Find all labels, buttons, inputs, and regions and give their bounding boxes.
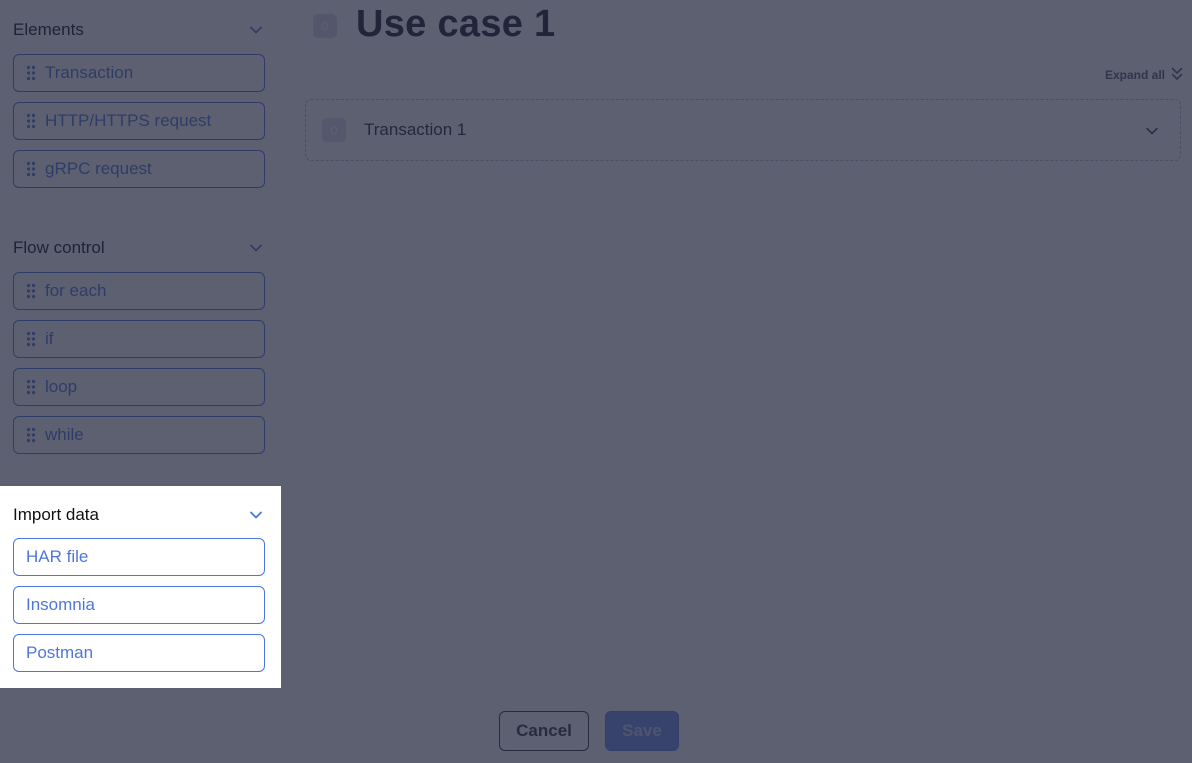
import-item-label: Postman: [26, 643, 94, 662]
import-har-file-button[interactable]: HAR file: [13, 538, 265, 576]
app-window: Elements Transaction HTTP/HTTPS request: [0, 0, 1192, 763]
import-data-section: Import data HAR file Insomnia Postman: [13, 504, 265, 672]
elements-section-header[interactable]: Elements: [13, 19, 265, 41]
chevron-down-icon[interactable]: [248, 507, 264, 523]
element-item-grpc-request[interactable]: gRPC request: [13, 150, 265, 188]
flow-item-label: if: [45, 329, 54, 348]
transaction-label: Transaction 1: [364, 120, 467, 139]
import-insomnia-button[interactable]: Insomnia: [13, 586, 265, 624]
drag-handle-icon[interactable]: [26, 65, 38, 81]
elements-section: Elements Transaction HTTP/HTTPS request: [13, 19, 265, 188]
chevron-down-icon[interactable]: [248, 22, 264, 38]
use-case-count-badge: 0: [313, 14, 337, 38]
drag-handle-icon[interactable]: [26, 379, 38, 395]
transaction-count-badge: 0: [322, 118, 346, 142]
element-item-label: gRPC request: [45, 159, 152, 178]
flow-item-label: loop: [45, 377, 78, 396]
page-title: Use case 1: [356, 3, 556, 45]
import-item-label: Insomnia: [26, 595, 95, 614]
expand-all-label: Expand all: [1104, 68, 1165, 82]
flow-control-section: Flow control for each if loop while: [13, 237, 265, 454]
element-item-transaction[interactable]: Transaction: [13, 54, 265, 92]
flow-item-label: for each: [45, 281, 107, 300]
save-button[interactable]: Save: [605, 711, 679, 751]
flow-control-section-title: Flow control: [13, 238, 105, 257]
flow-item-label: while: [45, 425, 84, 444]
element-item-http-request[interactable]: HTTP/HTTPS request: [13, 102, 265, 140]
drag-handle-icon[interactable]: [26, 331, 38, 347]
import-postman-button[interactable]: Postman: [13, 634, 265, 672]
main-content: 0 Use case 1 Expand all 0 Transaction 1: [281, 0, 1192, 700]
flow-item-while[interactable]: while: [13, 416, 265, 454]
flow-item-if[interactable]: if: [13, 320, 265, 358]
flow-item-loop[interactable]: loop: [13, 368, 265, 406]
drag-handle-icon[interactable]: [26, 283, 38, 299]
flow-control-section-header[interactable]: Flow control: [13, 237, 265, 259]
import-data-section-header[interactable]: Import data: [13, 504, 265, 526]
import-data-spotlight: Import data HAR file Insomnia Postman: [0, 486, 281, 688]
import-data-section-title: Import data: [13, 505, 99, 524]
drag-handle-icon[interactable]: [26, 161, 38, 177]
chevron-down-icon[interactable]: [248, 240, 264, 256]
elements-section-title: Elements: [13, 20, 84, 39]
import-item-label: HAR file: [26, 547, 89, 566]
double-chevron-down-icon: [1171, 67, 1183, 84]
flow-item-for-each[interactable]: for each: [13, 272, 265, 310]
chevron-down-icon[interactable]: [1144, 123, 1160, 139]
transaction-drop-zone[interactable]: 0 Transaction 1: [305, 99, 1181, 161]
element-item-label: Transaction: [45, 63, 134, 82]
drag-handle-icon[interactable]: [26, 113, 38, 129]
footer-bar: Cancel Save: [0, 700, 1192, 763]
element-item-label: HTTP/HTTPS request: [45, 111, 212, 130]
cancel-button[interactable]: Cancel: [499, 711, 589, 751]
expand-all-button[interactable]: Expand all: [1105, 66, 1183, 84]
drag-handle-icon[interactable]: [26, 427, 38, 443]
